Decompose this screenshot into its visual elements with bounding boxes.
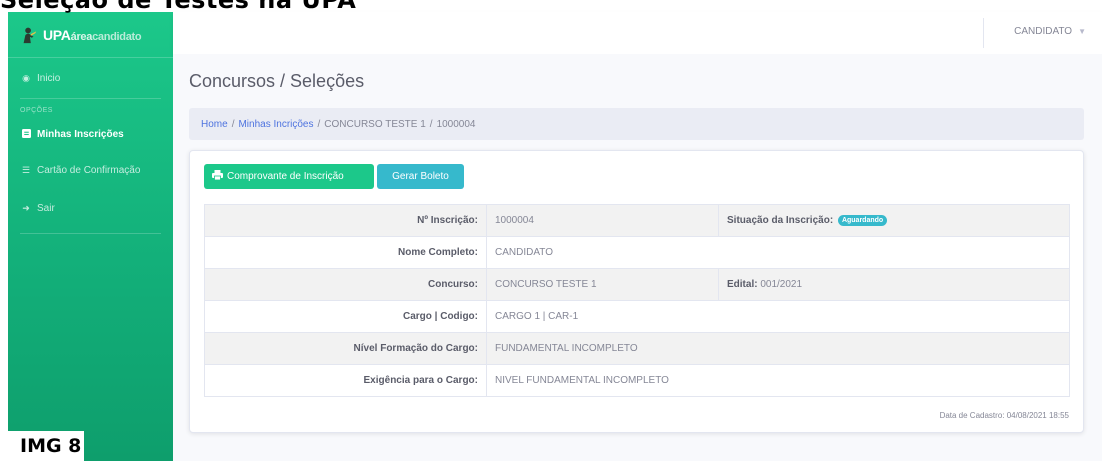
page-title: Concursos / Seleções xyxy=(189,71,365,91)
sidebar-item-inicio[interactable]: ◉ Inicio xyxy=(8,58,173,98)
main-content: Concursos / Seleções Home / Minhas Incri… xyxy=(173,54,1102,461)
breadcrumb-inscricoes[interactable]: Minhas Incrições xyxy=(238,119,313,130)
chevron-down-icon: ▼ xyxy=(1078,27,1086,36)
upa-logo-icon xyxy=(23,27,37,43)
table-row: Exigência para o Cargo: NIVEL FUNDAMENTA… xyxy=(204,364,1070,397)
inscricao-value: 1000004 xyxy=(486,204,719,237)
breadcrumb-numero: 1000004 xyxy=(436,118,476,130)
sidebar-item-cartao[interactable]: ☰ Cartão de Confirmação xyxy=(8,147,173,193)
exigencia-value: NIVEL FUNDAMENTAL INCOMPLETO xyxy=(486,364,1070,397)
nivel-value: FUNDAMENTAL INCOMPLETO xyxy=(486,332,1070,365)
situacao-label: Situação da Inscrição: xyxy=(727,215,834,227)
user-menu[interactable]: CANDIDATO ▼ xyxy=(1014,26,1086,37)
dashboard-icon: ◉ xyxy=(22,72,30,83)
breadcrumb-separator: / xyxy=(429,118,433,130)
inscription-card: Comprovante de Inscrição Gerar Boleto Nº… xyxy=(189,150,1084,433)
breadcrumb-concurso: CONCURSO TESTE 1 xyxy=(324,118,426,130)
edital-value: 001/2021 xyxy=(760,279,803,290)
sidebar-item-label: Minhas Inscrições xyxy=(37,128,124,140)
breadcrumb-separator: / xyxy=(231,118,235,130)
sidebar-heading-opcoes: OPÇÕES xyxy=(20,107,53,114)
brand-name: UPAáreacandidato xyxy=(43,26,142,43)
breadcrumb-home[interactable]: Home xyxy=(201,119,228,130)
inscricao-label: Nº Inscrição: xyxy=(204,204,487,237)
concurso-label: Concurso: xyxy=(204,268,487,301)
situacao-cell: Situação da Inscrição: Aguardando xyxy=(718,204,1070,237)
table-row: Concurso: CONCURSO TESTE 1 Edital: 001/2… xyxy=(204,268,1070,301)
gerar-boleto-button[interactable]: Gerar Boleto xyxy=(377,164,464,189)
breadcrumb-separator: / xyxy=(317,118,321,130)
comprovante-label: Comprovante de Inscrição xyxy=(227,171,344,182)
breadcrumb: Home / Minhas Incrições / CONCURSO TESTE… xyxy=(189,108,1084,140)
brand[interactable]: UPAáreacandidato xyxy=(8,12,173,58)
cargo-value: CARGO 1 | CAR-1 xyxy=(486,300,1070,333)
table-row: Nº Inscrição: 1000004 Situação da Inscri… xyxy=(204,204,1070,237)
nome-value: CANDIDATO xyxy=(486,236,1070,269)
table-row: Nome Completo: CANDIDATO xyxy=(204,236,1070,269)
user-name: CANDIDATO xyxy=(1014,26,1073,37)
sidebar-item-minhas-inscricoes[interactable]: Minhas Inscrições xyxy=(8,121,173,147)
inscription-details-table: Nº Inscrição: 1000004 Situação da Inscri… xyxy=(204,204,1070,397)
topbar: CANDIDATO ▼ xyxy=(173,12,1102,54)
edital-cell: Edital: 001/2021 xyxy=(718,268,1070,301)
nome-label: Nome Completo: xyxy=(204,236,487,269)
sign-out-icon: ➜ xyxy=(22,202,30,213)
image-label: IMG 8 xyxy=(8,431,84,461)
topbar-divider xyxy=(983,18,984,48)
nivel-label: Nível Formação do Cargo: xyxy=(204,332,487,365)
folder-icon xyxy=(20,128,32,140)
comprovante-button[interactable]: Comprovante de Inscrição xyxy=(204,164,374,189)
table-row: Cargo | Codigo: CARGO 1 | CAR-1 xyxy=(204,300,1070,333)
sidebar-item-label: Inicio xyxy=(37,72,61,84)
printer-icon xyxy=(212,170,223,183)
sidebar-item-sair[interactable]: ➜ Sair xyxy=(8,193,173,223)
sidebar-divider xyxy=(20,233,161,234)
exigencia-label: Exigência para o Cargo: xyxy=(204,364,487,397)
sidebar-item-label: Cartão de Confirmação xyxy=(37,164,141,176)
cadastro-date: Data de Cadastro: 04/08/2021 18:55 xyxy=(939,411,1069,420)
list-icon: ☰ xyxy=(21,164,31,175)
sidebar: UPAáreacandidato ◉ Inicio OPÇÕES Minhas … xyxy=(8,12,173,461)
concurso-value: CONCURSO TESTE 1 xyxy=(486,268,719,301)
edital-label: Edital: xyxy=(727,279,758,290)
sidebar-item-label: Sair xyxy=(37,202,55,214)
page-caption-cropped: Seleção de Testes na UPA xyxy=(0,0,357,14)
cargo-label: Cargo | Codigo: xyxy=(204,300,487,333)
status-badge: Aguardando xyxy=(837,214,888,226)
table-row: Nível Formação do Cargo: FUNDAMENTAL INC… xyxy=(204,332,1070,365)
